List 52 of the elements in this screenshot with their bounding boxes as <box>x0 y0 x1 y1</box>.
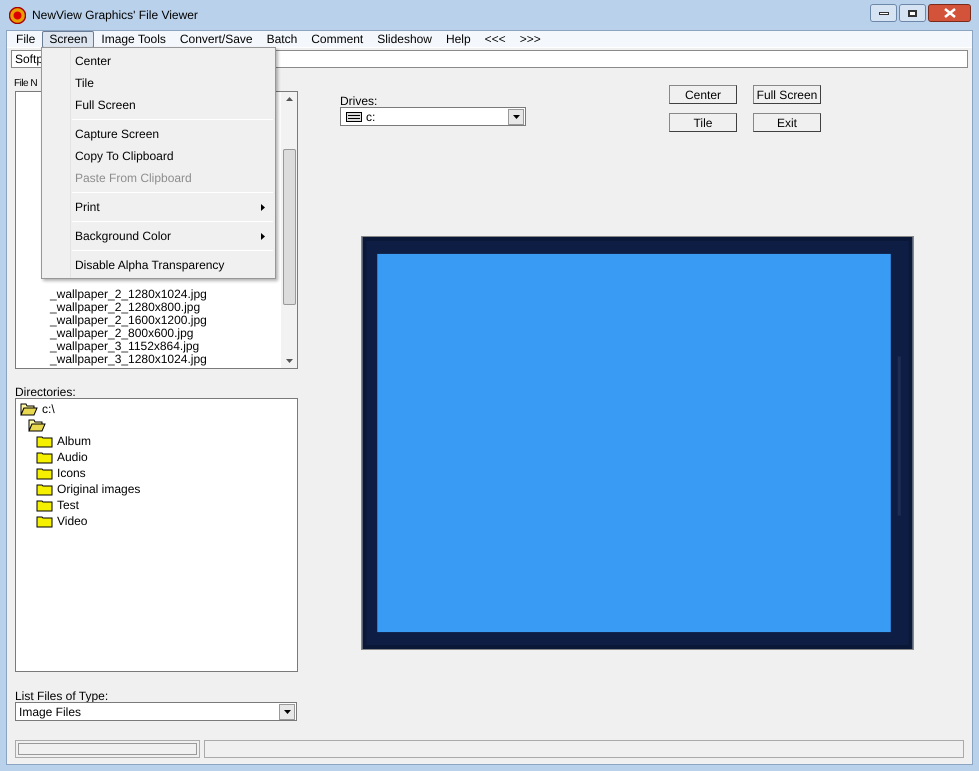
menu-option[interactable]: Capture Screen <box>42 123 275 145</box>
menu-item[interactable]: <<< <box>478 30 513 48</box>
list-entry[interactable]: _wallpaper_2_1280x1024.jpg <box>50 288 281 301</box>
directory-item[interactable]: Audio <box>57 448 88 466</box>
menu-item[interactable]: Help <box>438 30 478 48</box>
file-list-label: File N <box>14 77 38 91</box>
drives-dropdown[interactable]: c: <box>340 107 526 126</box>
directories-label: Directories: <box>15 384 77 398</box>
menu-option[interactable]: Print <box>42 196 275 218</box>
list-entry[interactable]: _wallpaper_2_1280x800.jpg <box>50 301 281 314</box>
scroll-down-icon[interactable] <box>286 359 292 363</box>
menu-option[interactable]: Full Screen <box>42 94 275 116</box>
directory-item[interactable]: Album <box>57 432 92 450</box>
directory-item[interactable]: Icons <box>57 464 86 482</box>
menu-option[interactable]: Disable Alpha Transparency <box>42 254 275 276</box>
file-type-label: List Files of Type: <box>15 688 110 702</box>
menu-item[interactable]: Batch <box>260 30 304 48</box>
scrollbar[interactable] <box>281 92 297 368</box>
menu-option[interactable]: Background Color <box>42 225 275 247</box>
maximize-button[interactable] <box>899 4 926 22</box>
drive-icon <box>346 112 362 122</box>
menu-item[interactable]: >>> <box>512 30 548 48</box>
drives-label: Drives: <box>340 93 378 107</box>
directory-item[interactable]: Video <box>57 512 88 530</box>
list-entry[interactable]: _wallpaper_2_1600x1200.jpg <box>50 314 281 327</box>
submenu-arrow-icon <box>261 204 265 210</box>
app-logo-icon <box>9 6 26 24</box>
action-button[interactable]: Exit <box>753 113 821 132</box>
file-type-dropdown[interactable]: Image Files <box>15 702 297 721</box>
directory-item[interactable]: Original images <box>57 480 140 498</box>
menu-item[interactable]: File <box>9 30 42 48</box>
submenu-arrow-icon <box>261 232 265 240</box>
list-entry[interactable]: _wallpaper_3_1152x864.jpg <box>50 340 281 353</box>
menu-option[interactable]: Copy To Clipboard <box>42 145 275 167</box>
action-button[interactable]: Tile <box>669 113 737 132</box>
directory-item[interactable]: Test <box>57 496 80 514</box>
menu-item[interactable]: Screen <box>42 30 94 48</box>
list-entry[interactable]: _wallpaper_3_1280x1024.jpg <box>50 353 281 366</box>
list-entry[interactable]: _wallpaper_2_800x600.jpg <box>50 327 281 340</box>
menu-option[interactable]: Tile <box>42 72 275 94</box>
action-button[interactable]: Full Screen <box>753 85 821 104</box>
minimize-button[interactable] <box>870 4 897 22</box>
window-title: NewView Graphics' File Viewer <box>32 7 199 24</box>
close-icon[interactable] <box>944 8 956 18</box>
scroll-up-icon[interactable] <box>286 97 292 101</box>
menu-item[interactable]: Comment <box>304 30 370 48</box>
action-button[interactable]: Center <box>669 85 737 104</box>
directory-item[interactable]: c:\ <box>42 400 55 418</box>
close-button[interactable] <box>928 4 971 22</box>
menu-item[interactable]: Convert/Save <box>172 30 260 48</box>
menu-item[interactable]: Slideshow <box>370 30 439 48</box>
menu-item[interactable]: Image Tools <box>94 30 173 48</box>
